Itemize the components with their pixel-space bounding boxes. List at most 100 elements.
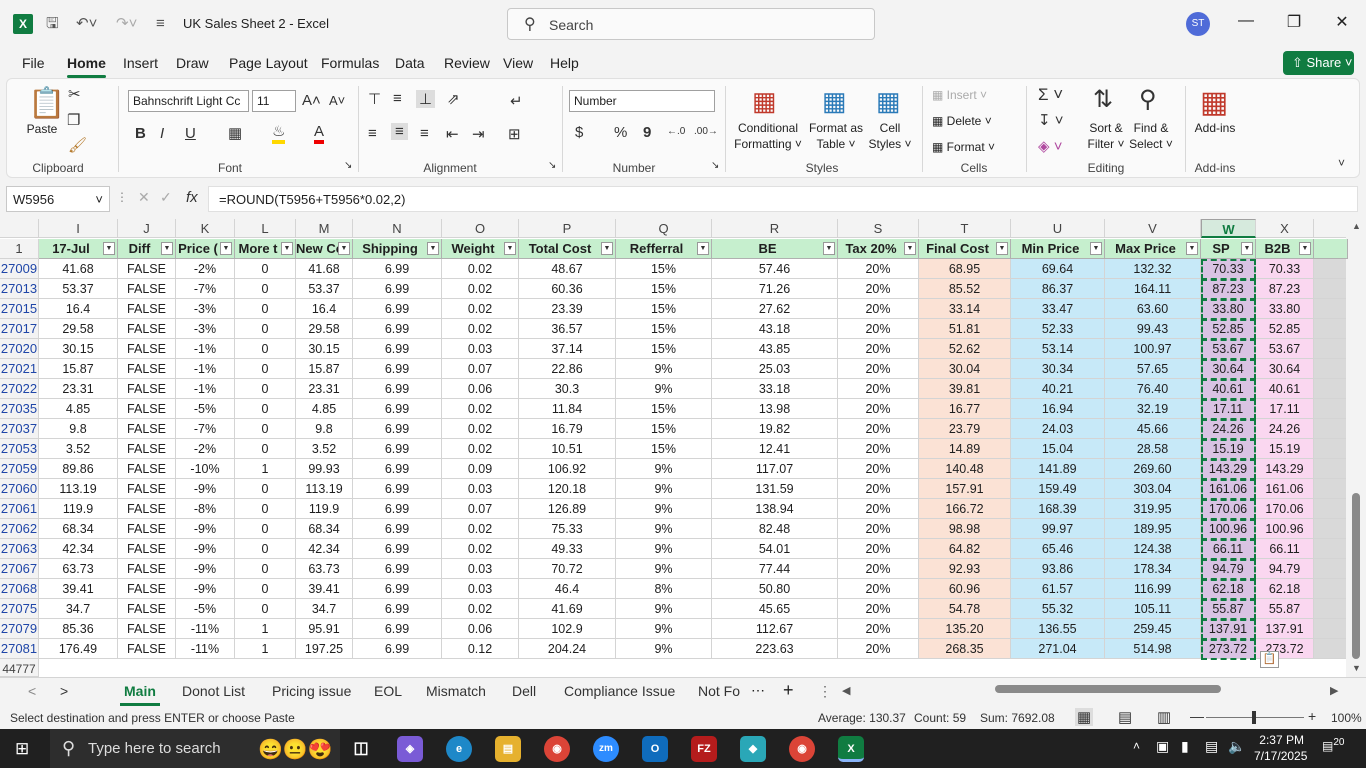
table-cell[interactable]: 0.02 [442,399,519,419]
table-cell[interactable]: 16.4 [296,299,353,319]
column-filter-header[interactable]: Shipping ▼ [353,239,442,259]
shrink-font-icon[interactable]: A˅ [329,93,345,108]
horizontal-scroll-thumb[interactable] [995,685,1221,693]
table-cell[interactable]: 53.67 [1201,339,1256,359]
table-cell[interactable]: 9% [616,499,712,519]
increase-indent-icon[interactable]: ⇥ [472,125,485,143]
name-box[interactable]: W5956 ˅ [6,186,110,212]
row-header[interactable]: 27059 [0,459,39,479]
file-explorer-icon[interactable]: ▤ [495,736,521,762]
align-top-icon[interactable]: ⊤ [368,90,381,108]
table-cell[interactable]: 19.82 [712,419,838,439]
table-cell[interactable]: FALSE [118,539,176,559]
column-filter-header[interactable]: Total Cost ▼ [519,239,616,259]
table-cell[interactable]: FALSE [118,439,176,459]
table-cell[interactable]: -5% [176,599,235,619]
table-cell[interactable]: 1 [235,459,296,479]
percent-button[interactable]: % [614,124,627,141]
minimize-icon[interactable]: — [1231,12,1261,30]
filter-dropdown-icon[interactable]: ▼ [427,242,439,255]
table-cell[interactable]: 40.61 [1201,379,1256,399]
table-cell[interactable]: -9% [176,559,235,579]
row-header[interactable]: 27081 [0,639,39,659]
insert-cells-button[interactable]: ▦ Insert ˅ [932,87,1012,103]
table-cell[interactable]: 53.37 [39,279,118,299]
table-cell[interactable] [1314,519,1346,539]
insert-function-button[interactable]: fx [186,189,198,206]
number-format-select[interactable]: Number [569,90,715,112]
cell-styles-icon[interactable]: ▦ [876,86,901,117]
table-cell[interactable] [1314,439,1346,459]
filter-dropdown-icon[interactable]: ▼ [338,242,350,255]
column-header-next[interactable] [1314,219,1346,238]
table-cell[interactable]: 41.68 [39,259,118,279]
table-cell[interactable]: 20% [838,639,919,659]
table-cell[interactable]: -9% [176,479,235,499]
table-cell[interactable]: 6.99 [353,579,442,599]
table-cell[interactable]: 132.32 [1105,259,1201,279]
table-cell[interactable]: FALSE [118,359,176,379]
scroll-left-icon[interactable]: ◀ [842,684,850,697]
fill-color-icon[interactable]: ♨ [272,124,286,144]
table-cell[interactable]: 157.91 [919,479,1011,499]
table-cell[interactable]: 303.04 [1105,479,1201,499]
table-cell[interactable]: 0.06 [442,619,519,639]
table-cell[interactable] [1314,599,1346,619]
table-cell[interactable]: 514.98 [1105,639,1201,659]
table-cell[interactable]: 0 [235,359,296,379]
table-cell[interactable] [1314,339,1346,359]
table-cell[interactable]: 143.29 [1256,459,1314,479]
windows-start-icon[interactable]: ⊞ [15,739,29,759]
table-cell[interactable]: 99.97 [1011,519,1105,539]
table-cell[interactable]: 15% [616,279,712,299]
column-filter-header[interactable]: Max Price ▼ [1105,239,1201,259]
table-cell[interactable]: 29.58 [39,319,118,339]
table-cell[interactable]: 75.33 [519,519,616,539]
table-cell[interactable]: 20% [838,559,919,579]
fill-icon[interactable]: ↧ ˅ [1038,111,1064,129]
table-cell[interactable]: 82.48 [712,519,838,539]
chrome-icon[interactable]: ◉ [544,736,570,762]
table-cell[interactable]: 140.48 [919,459,1011,479]
formula-bar-more-icon[interactable]: ⋮ [116,190,128,204]
table-cell[interactable]: 40.61 [1256,379,1314,399]
tab-help[interactable]: Help [550,55,579,71]
table-cell[interactable]: 0.03 [442,559,519,579]
table-cell[interactable]: 95.91 [296,619,353,639]
table-cell[interactable]: 6.99 [353,459,442,479]
table-cell[interactable]: 32.19 [1105,399,1201,419]
table-cell[interactable]: FALSE [118,639,176,659]
table-cell[interactable]: 20% [838,359,919,379]
table-cell[interactable]: 68.95 [919,259,1011,279]
table-cell[interactable]: 9% [616,599,712,619]
table-cell[interactable]: -11% [176,639,235,659]
filter-dropdown-icon[interactable]: ▼ [1090,242,1102,255]
table-cell[interactable]: 0.03 [442,579,519,599]
table-cell[interactable]: 6.99 [353,439,442,459]
delete-cells-button[interactable]: ▦ Delete ˅ [932,113,1012,129]
column-header-k[interactable]: K [176,219,235,238]
column-header-o[interactable]: O [442,219,519,238]
table-cell[interactable]: 126.89 [519,499,616,519]
table-cell[interactable] [1314,419,1346,439]
table-cell[interactable]: 319.95 [1105,499,1201,519]
row-header[interactable]: 27061 [0,499,39,519]
table-cell[interactable]: -11% [176,619,235,639]
status-count[interactable]: Count: 59 [914,711,966,725]
table-cell[interactable]: 259.45 [1105,619,1201,639]
page-layout-view-icon[interactable]: ▤ [1118,708,1132,726]
decrease-decimal-icon[interactable]: .00→ [694,126,718,137]
table-cell[interactable]: 20% [838,519,919,539]
table-cell[interactable]: 0 [235,499,296,519]
table-cell[interactable]: 76.40 [1105,379,1201,399]
table-cell[interactable]: 87.23 [1201,279,1256,299]
wrap-text-icon[interactable]: ↵ [510,92,523,110]
column-filter-header[interactable]: Refferral ▼ [616,239,712,259]
sheet-tab-pricing-issue[interactable]: Pricing issue [272,683,351,699]
close-icon[interactable]: ✕ [1327,12,1357,32]
sheet-tab-mismatch[interactable]: Mismatch [426,683,486,699]
table-cell[interactable]: 48.67 [519,259,616,279]
table-cell[interactable]: 6.99 [353,539,442,559]
table-cell[interactable]: 0 [235,299,296,319]
table-cell[interactable]: 30.3 [519,379,616,399]
